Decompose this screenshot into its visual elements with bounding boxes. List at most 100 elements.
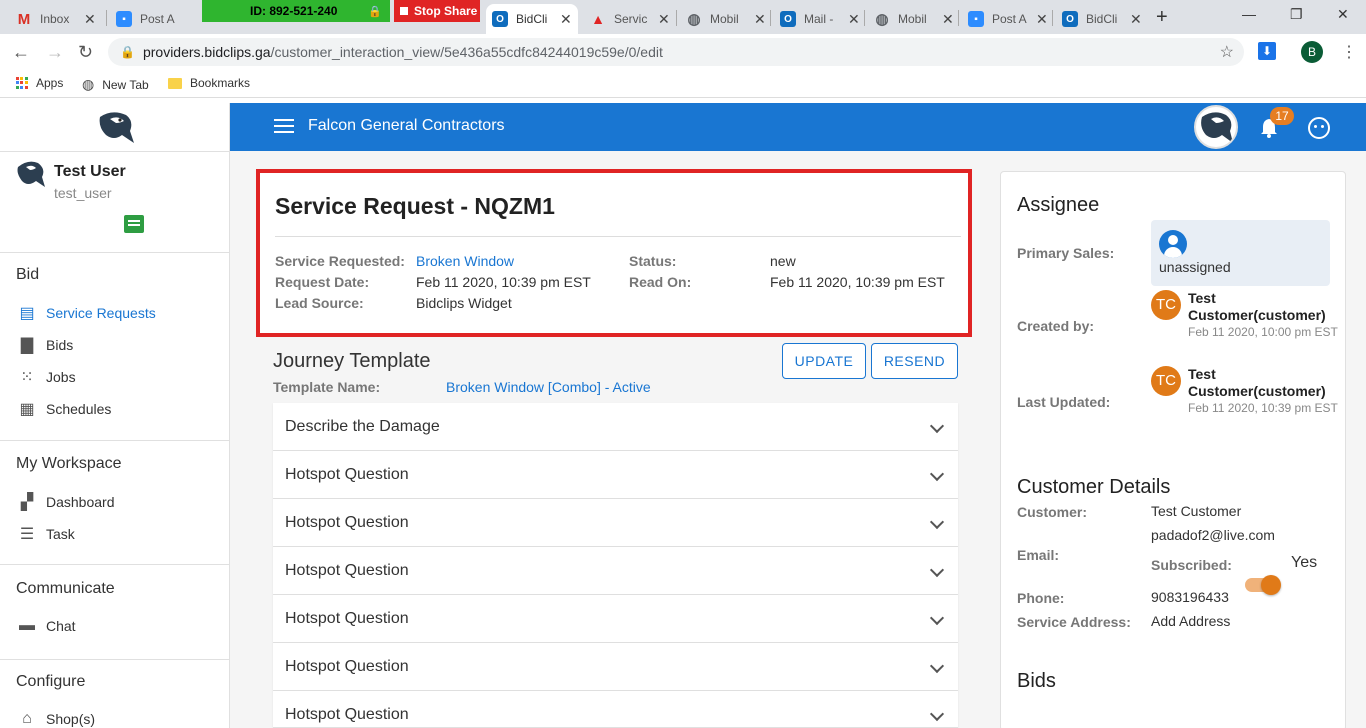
back-arrow-icon[interactable]: ← xyxy=(12,42,30,63)
sidebar-item-chat[interactable]: ▬ Chat xyxy=(16,617,76,635)
assignee-title: Assignee xyxy=(1017,194,1100,216)
sidebar-item-dashboard[interactable]: ▞ Dashboard xyxy=(16,492,115,512)
close-icon[interactable]: ✕ xyxy=(84,11,96,28)
section-title-my-workspace: My Workspace xyxy=(16,455,122,472)
company-logo[interactable] xyxy=(1194,105,1238,149)
request-date: Feb 11 2020, 10:39 pm EST xyxy=(416,274,591,290)
status-value: new xyxy=(770,253,796,269)
bookmark-folder[interactable]: Bookmarks xyxy=(168,76,250,90)
section-title-communicate: Communicate xyxy=(16,580,115,597)
person-icon xyxy=(1159,230,1187,258)
browser-menu-icon[interactable]: ⋮ xyxy=(1341,42,1357,62)
browser-tab-mobile-2[interactable]: ◍ Mobil ✕ xyxy=(868,4,960,34)
customer-name-link[interactable]: Test Customer xyxy=(1151,503,1241,519)
template-name-link[interactable]: Broken Window [Combo] - Active xyxy=(446,379,651,395)
accordion-hotspot-question[interactable]: Hotspot Question xyxy=(273,643,958,691)
phone-link[interactable]: 9083196433 xyxy=(1151,589,1229,605)
service-requested-link[interactable]: Broken Window xyxy=(416,253,514,269)
close-icon[interactable]: ✕ xyxy=(658,11,670,28)
created-by-avatar: TC xyxy=(1151,290,1181,320)
chevron-down-icon xyxy=(929,418,945,434)
meeting-id: ID: 892-521-240 xyxy=(250,4,338,18)
stop-share-button[interactable]: Stop Share xyxy=(394,0,480,22)
update-button[interactable]: UPDATE xyxy=(782,343,866,379)
browser-tab-post[interactable]: ▪ Post A xyxy=(110,4,182,34)
browser-tab-inbox[interactable]: M Inbox ✕ xyxy=(10,4,102,34)
browser-tab-bidclips-2[interactable]: O BidCli ✕ xyxy=(1056,4,1148,34)
user-handle: test_user xyxy=(54,185,112,201)
maximize-icon[interactable]: ❐ xyxy=(1290,6,1303,23)
close-icon[interactable]: ✕ xyxy=(560,11,572,28)
accordion-hotspot-question[interactable]: Hotspot Question xyxy=(273,691,958,728)
primary-sales-value[interactable]: unassigned xyxy=(1159,259,1231,275)
chevron-down-icon xyxy=(929,610,945,626)
browser-tab-mail[interactable]: O Mail - ✕ xyxy=(774,4,866,34)
falcon-logo xyxy=(99,112,134,143)
browser-toolbar: ← → ↻ 🔒 providers.bidclips.ga/customer_i… xyxy=(0,34,1366,70)
bookmark-new-tab[interactable]: ◍ New Tab xyxy=(82,76,149,93)
chat-message-icon[interactable] xyxy=(124,215,144,233)
section-title-bid: Bid xyxy=(16,266,40,283)
last-updated-date: Feb 11 2020, 10:39 pm EST xyxy=(1188,401,1338,415)
section-title-configure: Configure xyxy=(16,673,86,690)
sidebar-item-jobs[interactable]: ⁙ Jobs xyxy=(16,367,75,387)
close-icon[interactable]: ✕ xyxy=(1130,11,1142,28)
sidebar: Test User test_user Bid ▤ Service Reques… xyxy=(0,103,230,728)
sidebar-item-service-requests[interactable]: ▤ Service Requests xyxy=(16,303,155,323)
chat-icon: ▬ xyxy=(19,617,35,634)
close-icon[interactable]: ✕ xyxy=(1036,11,1048,28)
outlook-icon: O xyxy=(1062,11,1078,27)
close-icon[interactable]: ✕ xyxy=(754,11,766,28)
bookmark-star-icon[interactable]: ☆ xyxy=(1220,42,1234,62)
close-icon[interactable]: ✕ xyxy=(848,11,860,28)
window-close-icon[interactable]: ✕ xyxy=(1337,6,1349,23)
globe-icon: ◍ xyxy=(687,11,701,28)
calendar-icon: ▦ xyxy=(19,401,35,418)
reload-icon[interactable]: ↻ xyxy=(78,42,93,63)
sidebar-item-task[interactable]: ☰ Task xyxy=(16,524,75,544)
customer-email-link[interactable]: padadof2@live.com xyxy=(1151,527,1275,543)
browser-tab-post-2[interactable]: ▪ Post A ✕ xyxy=(962,4,1054,34)
created-by-name: Test Customer(customer) xyxy=(1188,290,1326,323)
close-icon[interactable]: ✕ xyxy=(942,11,954,28)
resend-button[interactable]: RESEND xyxy=(871,343,958,379)
last-updated-avatar: TC xyxy=(1151,366,1181,396)
accordion-hotspot-question[interactable]: Hotspot Question xyxy=(273,451,958,499)
accordion-hotspot-question[interactable]: Hotspot Question xyxy=(273,499,958,547)
chevron-down-icon xyxy=(929,466,945,482)
globe-icon: ◍ xyxy=(82,76,95,92)
sidebar-item-schedules[interactable]: ▦ Schedules xyxy=(16,399,111,419)
browser-tab-service[interactable]: ▲ Servic ✕ xyxy=(584,4,676,34)
sidebar-item-shops[interactable]: ⌂ Shop(s) xyxy=(16,710,95,728)
grid-icon: ⁙ xyxy=(20,369,34,386)
stop-square-icon xyxy=(400,7,408,15)
subscribed-value: Yes xyxy=(1291,554,1318,571)
sidebar-item-bids[interactable]: ▇ Bids xyxy=(16,335,73,355)
profile-avatar[interactable]: B xyxy=(1301,41,1323,63)
add-address-link[interactable]: Add Address xyxy=(1151,613,1230,629)
forward-arrow-icon[interactable]: → xyxy=(46,42,64,63)
accordion-hotspot-question[interactable]: Hotspot Question xyxy=(273,547,958,595)
accordion-hotspot-question[interactable]: Hotspot Question xyxy=(273,595,958,643)
accordion-describe-damage[interactable]: Describe the Damage xyxy=(273,403,958,451)
download-icon[interactable]: ⬇ xyxy=(1258,42,1276,60)
shop-icon: ⌂ xyxy=(22,710,32,727)
globe-icon: ◍ xyxy=(875,11,889,28)
account-icon[interactable] xyxy=(1308,117,1330,139)
id-card-icon: ▤ xyxy=(19,305,35,322)
address-bar[interactable]: 🔒 providers.bidclips.ga/customer_interac… xyxy=(108,38,1244,66)
browser-tab-mobile[interactable]: ◍ Mobil ✕ xyxy=(680,4,772,34)
zoom-meeting-bar[interactable]: ID: 892-521-240 🔒 xyxy=(202,0,390,22)
new-tab-plus-icon[interactable]: + xyxy=(1156,6,1168,29)
subscribed-toggle[interactable] xyxy=(1245,575,1281,595)
zoom-icon: ▪ xyxy=(116,11,132,27)
browser-tab-bidclips-active[interactable]: O BidCli ✕ xyxy=(486,4,578,34)
minimize-icon[interactable]: — xyxy=(1242,6,1256,22)
bookmark-apps[interactable]: Apps xyxy=(16,76,63,90)
details-panel: Assignee Primary Sales: unassigned Creat… xyxy=(1000,171,1346,728)
chevron-down-icon xyxy=(929,658,945,674)
primary-sales-selector[interactable]: unassigned xyxy=(1151,220,1330,286)
list-icon: ☰ xyxy=(19,526,35,543)
user-avatar[interactable] xyxy=(16,159,46,189)
hamburger-menu-icon[interactable] xyxy=(274,119,294,133)
